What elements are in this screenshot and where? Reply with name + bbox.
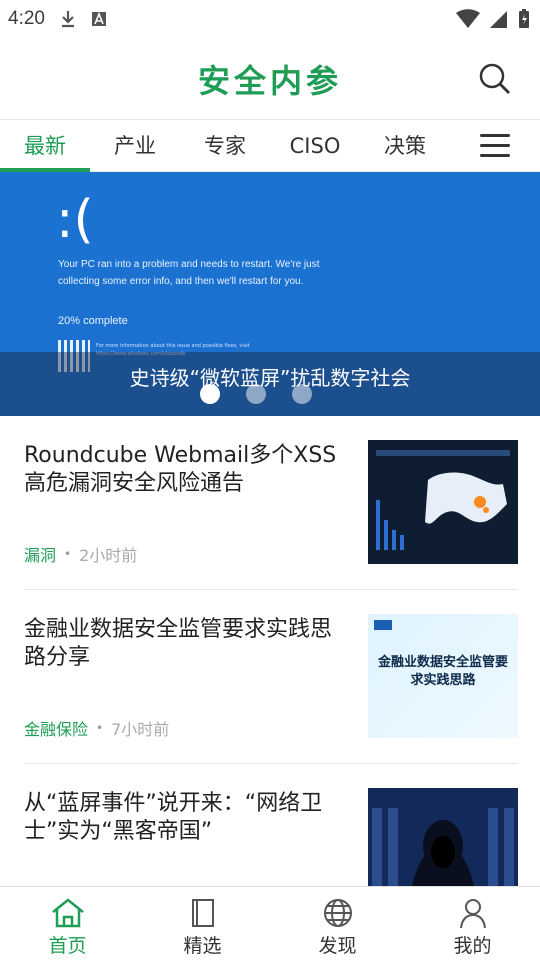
tabbar-label: 我的	[453, 935, 492, 957]
status-time: 4:20	[8, 8, 45, 29]
category-tabs: 最新 产业 专家 CISO 决策	[0, 120, 540, 172]
logo-mark	[374, 620, 392, 630]
tab-decisions[interactable]: 决策	[360, 120, 450, 172]
bsod-face: :(	[56, 190, 94, 250]
article-title: 从“蓝屏事件”说开来：“网络卫士”实为“黑客帝国”	[24, 791, 323, 844]
featured-banner[interactable]: :( Your PC ran into a problem and needs …	[0, 172, 540, 416]
carousel-dot[interactable]	[292, 384, 312, 404]
article-item[interactable]: 金融业数据安全监管要求实践思路分享 金融保险 • 7小时前 金融业数据安全监管要…	[24, 590, 518, 764]
wifi-icon	[456, 9, 480, 28]
menu-icon[interactable]	[480, 134, 510, 158]
signal-icon	[490, 11, 507, 28]
article-thumbnail: 金融业数据安全监管要求实践思路	[368, 614, 518, 738]
app-title: 安全内参	[197, 61, 342, 100]
tabbar-label: 首页	[48, 935, 87, 957]
tab-industry[interactable]: 产业	[90, 120, 180, 172]
bsod-message: Your PC ran into a problem and needs to …	[58, 259, 320, 287]
article-time: 2小时前	[79, 546, 138, 565]
search-icon[interactable]	[478, 62, 512, 96]
tab-latest[interactable]: 最新	[0, 120, 90, 172]
article-thumbnail	[368, 440, 518, 564]
meta-separator: •	[96, 721, 104, 735]
home-icon	[51, 898, 84, 928]
tab-ciso[interactable]: CISO	[270, 120, 360, 172]
bsod-percent: 20% complete	[58, 315, 128, 327]
article-item[interactable]: Roundcube Webmail多个XSS高危漏洞安全风险通告 漏洞 • 2小…	[24, 416, 518, 590]
article-tag[interactable]: 漏洞	[24, 542, 56, 566]
status-bar: 4:20	[0, 0, 540, 38]
user-icon	[459, 899, 486, 929]
article-title: Roundcube Webmail多个XSS高危漏洞安全风险通告	[24, 443, 337, 496]
tabbar-discover[interactable]: 发现	[270, 887, 405, 960]
book-icon	[191, 899, 214, 927]
tabbar-featured[interactable]: 精选	[135, 887, 270, 960]
thumbnail-text: 金融业数据安全监管要求实践思路	[377, 655, 508, 688]
world-map-image	[368, 440, 518, 564]
download-icon	[61, 11, 74, 28]
battery-icon	[519, 9, 529, 28]
tabbar-label: 发现	[318, 935, 357, 957]
tabbar-label: 精选	[183, 935, 222, 957]
carousel-dots	[200, 384, 312, 404]
globe-icon	[323, 899, 352, 927]
article-time: 7小时前	[111, 720, 170, 739]
article-meta: 金融保险 • 7小时前	[24, 716, 169, 740]
app-header: 安全内参	[0, 38, 540, 120]
article-tag[interactable]: 金融保险	[24, 716, 88, 740]
tab-experts[interactable]: 专家	[180, 120, 270, 172]
article-title: 金融业数据安全监管要求实践思路分享	[24, 617, 333, 670]
meta-separator: •	[64, 547, 72, 561]
carousel-dot[interactable]	[246, 384, 266, 404]
bottom-tabbar: 首页 精选 发现 我的	[0, 886, 540, 960]
article-meta: 漏洞 • 2小时前	[24, 542, 137, 566]
carousel-dot[interactable]	[200, 384, 220, 404]
tabbar-home[interactable]: 首页	[0, 887, 135, 960]
font-icon	[91, 11, 106, 26]
tabbar-mine[interactable]: 我的	[405, 887, 540, 960]
